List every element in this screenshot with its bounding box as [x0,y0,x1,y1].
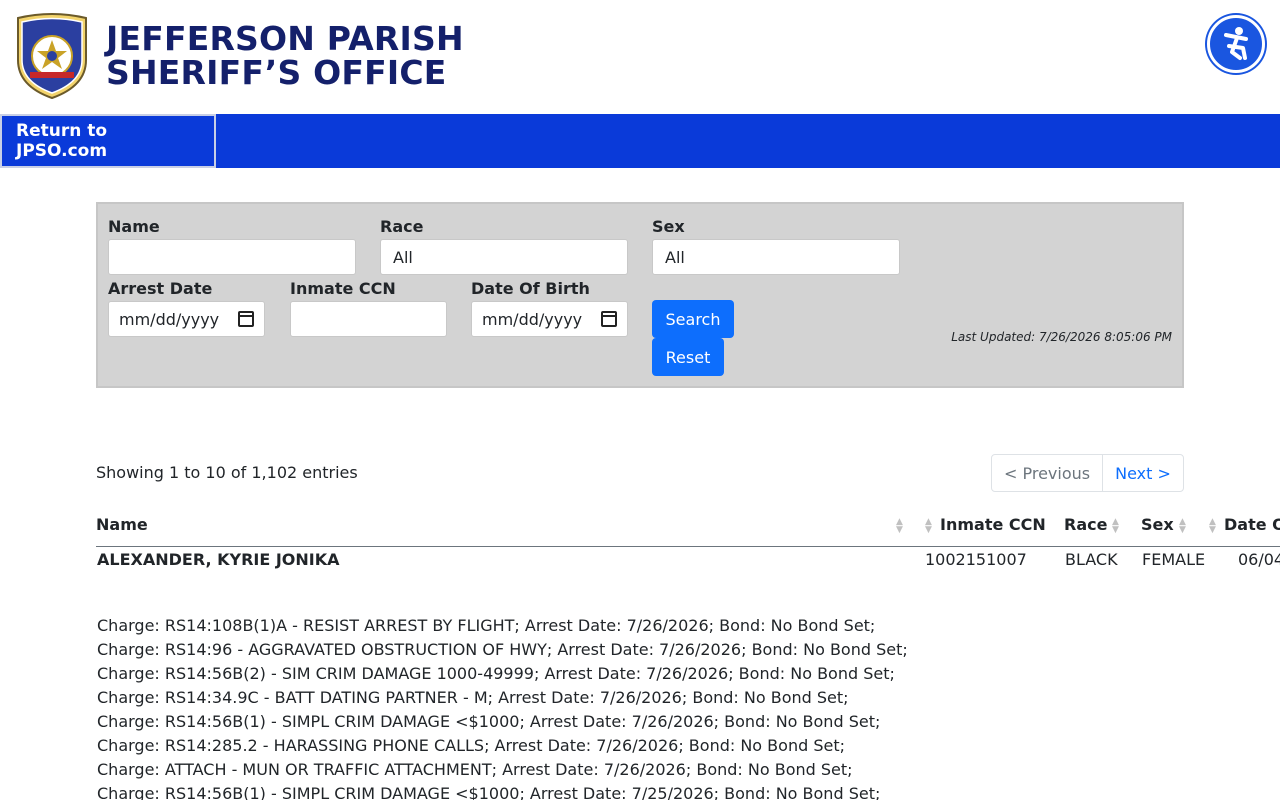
charge-item: Charge: RS14:285.2 - HARASSING PHONE CAL… [97,736,845,755]
column-header-ccn[interactable]: Inmate CCN [940,515,1046,534]
sex-select[interactable]: All [652,239,900,275]
sex-label: Sex [652,217,685,236]
next-page-button[interactable]: Next > [1103,455,1183,491]
dob-label: Date Of Birth [471,279,590,298]
table-row-sex: FEMALE [1142,550,1206,569]
charge-list: Charge: RS14:108B(1)A - RESIST ARREST BY… [97,614,908,800]
accessibility-icon [1224,27,1248,60]
last-updated-text: Last Updated: 7/26/2026 8:05:06 PM [951,330,1172,344]
brand-title: JEFFERSON PARISH SHERIFF’S OFFICE [106,22,464,90]
reset-button[interactable]: Reset [652,338,724,376]
table-row-name[interactable]: ALEXANDER, KYRIE JONIKA [97,550,340,569]
charge-item: Charge: ATTACH - MUN OR TRAFFIC ATTACHME… [97,760,853,779]
sheriff-badge-icon [17,13,87,100]
dob-placeholder: mm/dd/yyyy [482,309,583,329]
charge-item: Charge: RS14:108B(1)A - RESIST ARREST BY… [97,616,876,635]
inmate-ccn-input[interactable] [290,301,447,337]
column-header-sex[interactable]: Sex [1141,515,1174,534]
charge-item: Charge: RS14:34.9C - BATT DATING PARTNER… [97,688,849,707]
sort-icon[interactable]: ▲ ▼ [896,518,904,535]
table-row-race: BLACK [1065,550,1118,569]
column-header-name[interactable]: Name [96,515,148,534]
charge-item: Charge: RS14:56B(1) - SIMPL CRIM DAMAGE … [97,784,881,800]
search-button[interactable]: Search [652,300,734,338]
inmate-ccn-label: Inmate CCN [290,279,396,298]
table-row-ccn: 1002151007 [925,550,1027,569]
charge-item: Charge: RS14:56B(2) - SIM CRIM DAMAGE 10… [97,664,895,683]
table-header: Name ▲ ▼ ▲ ▼ Inmate CCN Race ▲ ▼ Sex ▲ ▼ ▲ ▼ … [96,508,1280,547]
nav-bar: Return to JPSO.com [0,114,1280,168]
arrest-date-placeholder: mm/dd/yyyy [119,309,220,329]
arrest-date-label: Arrest Date [108,279,213,298]
accessibility-button[interactable] [1207,15,1265,73]
arrest-date-input[interactable]: mm/dd/yyyy [108,301,265,337]
sort-icon[interactable]: ▲ ▼ [1112,518,1120,535]
race-label: Race [380,217,424,236]
search-filter-panel: Name Race All Sex All Arrest Date mm/dd/… [96,202,1184,388]
calendar-icon[interactable] [601,311,617,327]
entries-info: Showing 1 to 10 of 1,102 entries [96,463,358,482]
column-header-date[interactable]: Date O [1224,515,1280,534]
race-select[interactable]: All [380,239,628,275]
sort-icon[interactable]: ▲ ▼ [1179,518,1187,535]
name-input[interactable] [108,239,356,275]
charge-item: Charge: RS14:56B(1) - SIMPL CRIM DAMAGE … [97,712,881,731]
pagination: < Previous Next > [991,454,1184,492]
site-header: JEFFERSON PARISH SHERIFF’S OFFICE [0,0,1280,114]
brand-line-2: SHERIFF’S OFFICE [106,53,447,92]
name-label: Name [108,217,160,236]
sort-icon[interactable]: ▲ ▼ [925,518,933,535]
brand-line-1: JEFFERSON PARISH [106,19,464,58]
return-to-jpso-button[interactable]: Return to JPSO.com [0,114,216,168]
dob-input[interactable]: mm/dd/yyyy [471,301,628,337]
previous-page-button[interactable]: < Previous [992,455,1104,491]
sort-icon[interactable]: ▲ ▼ [1209,518,1217,535]
column-header-race[interactable]: Race [1064,515,1107,534]
calendar-icon[interactable] [238,311,254,327]
table-row-date: 06/04 [1238,550,1280,569]
charge-item: Charge: RS14:96 - AGGRAVATED OBSTRUCTION… [97,640,908,659]
